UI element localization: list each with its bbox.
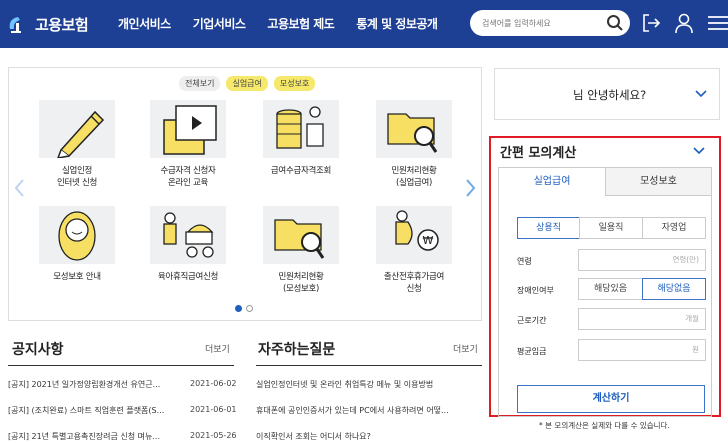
tile-image <box>39 206 115 264</box>
greeting-box[interactable]: 님 안녕하세요? <box>494 68 720 120</box>
tile-image <box>150 206 226 264</box>
tile-label: 민원처리현황 (모성보호) <box>278 272 324 294</box>
notice-date: 2021-06-01 <box>190 405 237 414</box>
carousel-dot-active[interactable] <box>235 305 242 312</box>
search-box <box>470 10 630 36</box>
folder-search-icon <box>274 219 325 259</box>
user-icon[interactable] <box>673 12 695 34</box>
search-input[interactable] <box>482 15 602 31</box>
nav-item-statistics[interactable]: 통계 및 정보공개 <box>356 15 438 32</box>
tile-online-education[interactable]: 수급자격 신청자 온라인 교육 <box>149 100 227 189</box>
wage-input[interactable]: 원 <box>578 339 706 361</box>
notice-date: 2021-06-02 <box>190 379 237 388</box>
tile-unemployment-claim[interactable]: 실업인정 인터넷 신청 <box>38 100 116 189</box>
pencil-icon <box>56 110 105 159</box>
nav-item-personal[interactable]: 개인서비스 <box>118 15 171 32</box>
calculator-title: 간편 모의계산 <box>500 146 577 161</box>
filter-unemployment[interactable]: 실업급여 <box>226 76 268 91</box>
tile-image <box>263 206 339 264</box>
tile-image <box>376 100 452 158</box>
login-icon[interactable] <box>640 12 662 34</box>
menu-icon[interactable] <box>706 12 728 34</box>
quick-calculator: 간편 모의계산 실업급여 모성보호 상용직 일용직 자영업 연령 연령(만) 장… <box>489 136 721 417</box>
tile-label: 모성보호 안내 <box>53 272 101 282</box>
disability-label: 장애인여부 <box>517 286 554 295</box>
search-icon[interactable] <box>606 14 624 32</box>
header: 고용보험 개인서비스 기업서비스 고용보험 제도 통계 및 정보공개 <box>0 0 728 48</box>
carousel-next-icon[interactable] <box>463 178 477 198</box>
tile-image <box>263 100 339 158</box>
type-self-employed[interactable]: 자영업 <box>642 217 706 239</box>
tile-label: 수급자격 신청자 온라인 교육 <box>160 166 216 188</box>
tile-label: 실업인정 인터넷 신청 <box>56 166 97 188</box>
notice-row[interactable]: [공지] (조치완료) 스마트 직업훈련 플랫폼(S... <box>8 405 188 416</box>
tile-maternity-leave-claim[interactable]: ₩ 출산전후휴가급여 신청 <box>375 206 453 295</box>
tile-image <box>39 100 115 159</box>
faq-more-link[interactable]: 더보기 <box>453 342 478 355</box>
wage-label: 평균임금 <box>517 347 547 356</box>
tile-label: 급여수급자격조회 <box>270 166 332 176</box>
type-daily[interactable]: 일용직 <box>579 217 643 239</box>
calculate-button[interactable]: 계산하기 <box>517 385 705 413</box>
filter-chips: 전체보기 실업급여 모성보호 <box>179 76 321 91</box>
tile-parental-leave[interactable]: 육아휴직급여신청 <box>149 206 227 283</box>
age-label: 연령 <box>517 257 532 266</box>
type-regular[interactable]: 상용직 <box>517 217 580 239</box>
chevron-down-icon[interactable] <box>695 89 707 99</box>
tile-label: 민원처리현황 (실업급여) <box>391 166 437 188</box>
period-input[interactable]: 개월 <box>578 308 706 330</box>
carousel-prev-icon[interactable] <box>13 178 27 198</box>
folder-search-icon <box>387 113 438 153</box>
nav-item-system[interactable]: 고용보험 제도 <box>267 15 334 32</box>
notice-date: 2021-05-26 <box>190 431 237 440</box>
tile-label: 출산전후휴가급여 신청 <box>383 272 445 294</box>
tile-image <box>150 100 226 158</box>
svg-text:₩: ₩ <box>423 234 434 247</box>
faq-row[interactable]: 휴대폰에 공인인증서가 있는데 PC에서 사용하려면 어떻... <box>256 405 482 416</box>
faq-divider <box>256 365 482 366</box>
tab-maternity[interactable]: 모성보호 <box>605 167 712 196</box>
nav-item-business[interactable]: 기업서비스 <box>193 15 246 32</box>
notice-row[interactable]: [공지] 2021년 일가정양립환경개선 유연근... <box>8 379 188 390</box>
faq-title: 자주하는질문 <box>258 342 336 358</box>
tile-maternity-guide[interactable]: 모성보호 안내 <box>38 206 116 283</box>
age-input[interactable]: 연령(만) <box>578 249 706 271</box>
tile-image: ₩ <box>376 206 452 264</box>
tile-status-unemployment[interactable]: 민원처리현황 (실업급여) <box>375 100 453 189</box>
calculator-note: * 본 모의계산은 실제와 다를 수 있습니다. <box>539 421 670 430</box>
greeting-text: 님 안녕하세요? <box>573 88 647 102</box>
notice-divider <box>8 365 234 366</box>
filter-maternity[interactable]: 모성보호 <box>273 76 316 91</box>
coins-person-icon <box>276 106 324 149</box>
logo[interactable]: 고용보험 <box>6 10 89 38</box>
carousel-dot[interactable] <box>246 305 253 312</box>
tab-unemployment[interactable]: 실업급여 <box>498 167 606 196</box>
tile-benefit-inquiry[interactable]: 급여수급자격조회 <box>262 100 340 177</box>
video-folder-icon <box>163 105 217 155</box>
faq-row[interactable]: 실업인정인터넷 및 온라인 취업특강 메뉴 및 이용방법 <box>256 379 482 390</box>
notice-title: 공지사항 <box>12 342 64 358</box>
tile-status-maternity[interactable]: 민원처리현황 (모성보호) <box>262 206 340 295</box>
stroller-icon <box>163 212 214 258</box>
logo-text: 고용보험 <box>35 15 89 34</box>
disability-no[interactable]: 해당없음 <box>642 278 706 300</box>
baby-icon <box>58 211 96 261</box>
carousel-dots <box>235 305 257 312</box>
period-label: 근로기간 <box>517 316 547 325</box>
chevron-down-icon[interactable] <box>693 146 705 156</box>
pregnant-won-icon: ₩ <box>395 210 439 251</box>
service-panel: 전체보기 실업급여 모성보호 실업인정 인터넷 신청 수급자격 신청자 온라인 … <box>8 67 482 321</box>
main-nav: 개인서비스 기업서비스 고용보험 제도 통계 및 정보공개 <box>118 15 459 32</box>
filter-all[interactable]: 전체보기 <box>179 76 221 91</box>
disability-yes[interactable]: 해당있음 <box>578 278 643 300</box>
notice-more-link[interactable]: 더보기 <box>205 342 230 355</box>
tile-label: 육아휴직급여신청 <box>157 272 219 282</box>
notice-row[interactable]: [공지] 21년 특별고용촉진장려금 신청 며뉴... <box>8 431 188 442</box>
logo-mark-icon <box>9 17 21 33</box>
faq-row[interactable]: 이직확인서 조회는 어디서 하나요? <box>256 431 482 442</box>
